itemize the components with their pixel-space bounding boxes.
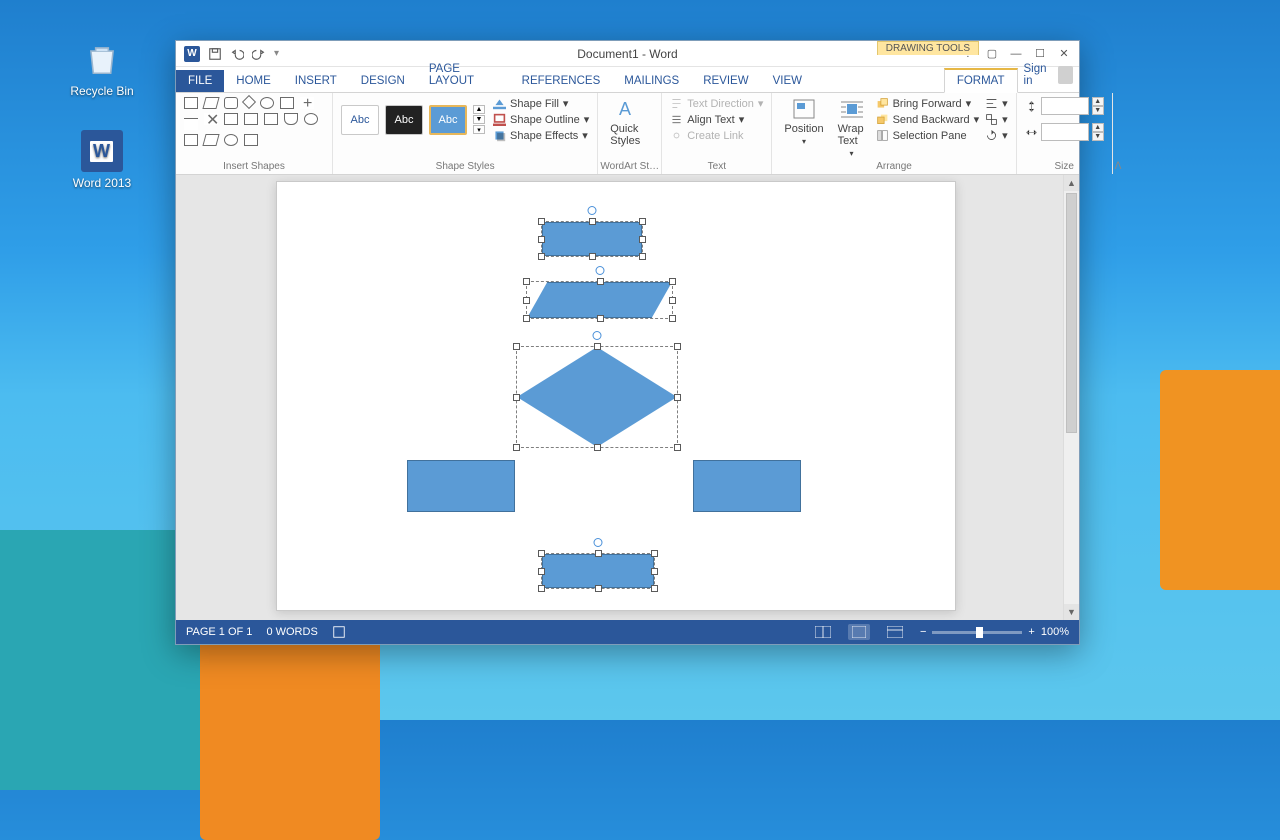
flowchart-decision-shape[interactable] (517, 347, 677, 447)
ribbon-display-icon[interactable]: ▢ (981, 45, 1003, 63)
group-shape-styles: Abc Abc Abc ▲ ▼ ▾ Shape Fill ▾ Shape Out… (333, 93, 598, 174)
wallpaper-shape (1160, 370, 1280, 590)
quick-access-toolbar: W ▾ (176, 46, 287, 62)
tab-format[interactable]: FORMAT (944, 68, 1018, 93)
create-link-button: Create Link (670, 129, 763, 142)
shape-fill-button[interactable]: Shape Fill ▾ (493, 97, 589, 110)
shape-width-input[interactable]: ▲▼ (1025, 123, 1104, 141)
print-layout-icon[interactable] (848, 624, 870, 640)
collapse-ribbon-icon[interactable]: ᐱ (1113, 159, 1124, 174)
text-direction-button: Text Direction ▾ (670, 97, 763, 110)
recycle-bin-label: Recycle Bin (62, 84, 142, 98)
wrap-text-button[interactable]: Wrap Text▾ (834, 97, 870, 158)
tab-file[interactable]: FILE (176, 70, 224, 92)
shape-style-gallery[interactable]: Abc Abc Abc ▲ ▼ ▾ (341, 105, 485, 135)
shapes-gallery[interactable]: + ✕ (184, 97, 324, 146)
height-icon (1025, 100, 1038, 113)
ribbon-tabs: FILE HOME INSERT DESIGN PAGE LAYOUT REFE… (176, 67, 1079, 93)
qat-customize-icon[interactable]: ▾ (274, 48, 279, 59)
shape-height-input[interactable]: ▲▼ (1025, 97, 1104, 115)
rotation-handle[interactable] (588, 206, 597, 215)
tab-references[interactable]: REFERENCES (510, 70, 613, 92)
sign-in-link[interactable]: Sign in (1018, 58, 1079, 92)
align-text-button[interactable]: Align Text ▾ (670, 113, 763, 126)
flowchart-process-shape[interactable] (693, 460, 801, 512)
group-size: ▲▼ ▲▼ Size (1017, 93, 1113, 174)
rotate-button[interactable]: ▾ (985, 129, 1008, 142)
gallery-up-icon[interactable]: ▲ (473, 105, 485, 114)
avatar-icon (1058, 66, 1073, 84)
proofing-icon[interactable] (332, 625, 346, 639)
flowchart-process-shape[interactable] (542, 554, 654, 588)
rotation-handle[interactable] (594, 538, 603, 547)
zoom-in-icon[interactable]: + (1028, 626, 1034, 638)
document-page[interactable] (276, 181, 956, 611)
word-count[interactable]: 0 WORDS (266, 626, 317, 638)
gallery-more-icon[interactable]: ▾ (473, 125, 485, 134)
web-layout-icon[interactable] (884, 624, 906, 640)
wallpaper-shape (200, 620, 380, 840)
group-button[interactable]: ▾ (985, 113, 1008, 126)
position-button[interactable]: Position▾ (780, 97, 827, 146)
document-area: ▲ ▼ (176, 175, 1079, 620)
scroll-thumb[interactable] (1066, 193, 1077, 433)
vertical-scrollbar[interactable]: ▲ ▼ (1063, 175, 1079, 620)
send-backward-button[interactable]: Send Backward ▾ (876, 113, 980, 126)
word-app-icon[interactable]: W Word 2013 (62, 130, 142, 190)
tab-review[interactable]: REVIEW (691, 70, 760, 92)
zoom-slider[interactable]: − + 100% (920, 626, 1069, 638)
style-swatch-blue[interactable]: Abc (429, 105, 467, 135)
gallery-down-icon[interactable]: ▼ (473, 115, 485, 124)
word-window: W ▾ Document1 - Word DRAWING TOOLS ? ▢ —… (175, 40, 1080, 645)
zoom-level[interactable]: 100% (1041, 626, 1069, 638)
quick-styles-button[interactable]: A Quick Styles (606, 97, 653, 147)
tab-insert[interactable]: INSERT (283, 70, 349, 92)
group-arrange: Position▾ Wrap Text▾ Bring Forward ▾ Sen… (772, 93, 1016, 174)
ribbon: + ✕ Insert Shapes Abc Abc Abc ▲ ▼ ▾ (176, 93, 1079, 175)
width-icon (1025, 126, 1038, 139)
shape-effects-button[interactable]: Shape Effects ▾ (493, 129, 589, 142)
tab-home[interactable]: HOME (224, 70, 283, 92)
group-insert-shapes: + ✕ Insert Shapes (176, 93, 333, 174)
shape-outline-button[interactable]: Shape Outline ▾ (493, 113, 589, 126)
bring-forward-button[interactable]: Bring Forward ▾ (876, 97, 980, 110)
tab-mailings[interactable]: MAILINGS (612, 70, 691, 92)
read-mode-icon[interactable] (812, 624, 834, 640)
zoom-out-icon[interactable]: − (920, 626, 926, 638)
rotation-handle[interactable] (595, 266, 604, 275)
scroll-up-icon[interactable]: ▲ (1064, 175, 1079, 191)
group-wordart-styles: A Quick Styles WordArt St… (598, 93, 662, 174)
title-bar: W ▾ Document1 - Word DRAWING TOOLS ? ▢ —… (176, 41, 1079, 67)
group-text: Text Direction ▾ Align Text ▾ Create Lin… (662, 93, 772, 174)
align-button[interactable]: ▾ (985, 97, 1008, 110)
svg-text:A: A (619, 99, 631, 119)
style-swatch-outline[interactable]: Abc (341, 105, 379, 135)
tab-page-layout[interactable]: PAGE LAYOUT (417, 58, 510, 92)
selection-pane-button[interactable]: Selection Pane (876, 129, 980, 142)
word-app-label: Word 2013 (62, 176, 142, 190)
flowchart-process-shape[interactable] (542, 222, 642, 256)
rotation-handle[interactable] (593, 331, 602, 340)
style-swatch-dark[interactable]: Abc (385, 105, 423, 135)
save-icon[interactable] (208, 47, 222, 61)
undo-icon[interactable] (230, 47, 244, 61)
contextual-tab-header: DRAWING TOOLS (877, 41, 979, 55)
status-bar: PAGE 1 OF 1 0 WORDS − + 100% (176, 620, 1079, 644)
tab-view[interactable]: VIEW (761, 70, 814, 92)
page-indicator[interactable]: PAGE 1 OF 1 (186, 626, 252, 638)
word-logo-icon: W (184, 46, 200, 62)
recycle-bin-icon[interactable]: Recycle Bin (62, 38, 142, 98)
scroll-down-icon[interactable]: ▼ (1064, 604, 1079, 620)
flowchart-data-shape[interactable] (527, 282, 672, 318)
redo-icon[interactable] (252, 47, 266, 61)
tab-design[interactable]: DESIGN (349, 70, 417, 92)
flowchart-process-shape[interactable] (407, 460, 515, 512)
